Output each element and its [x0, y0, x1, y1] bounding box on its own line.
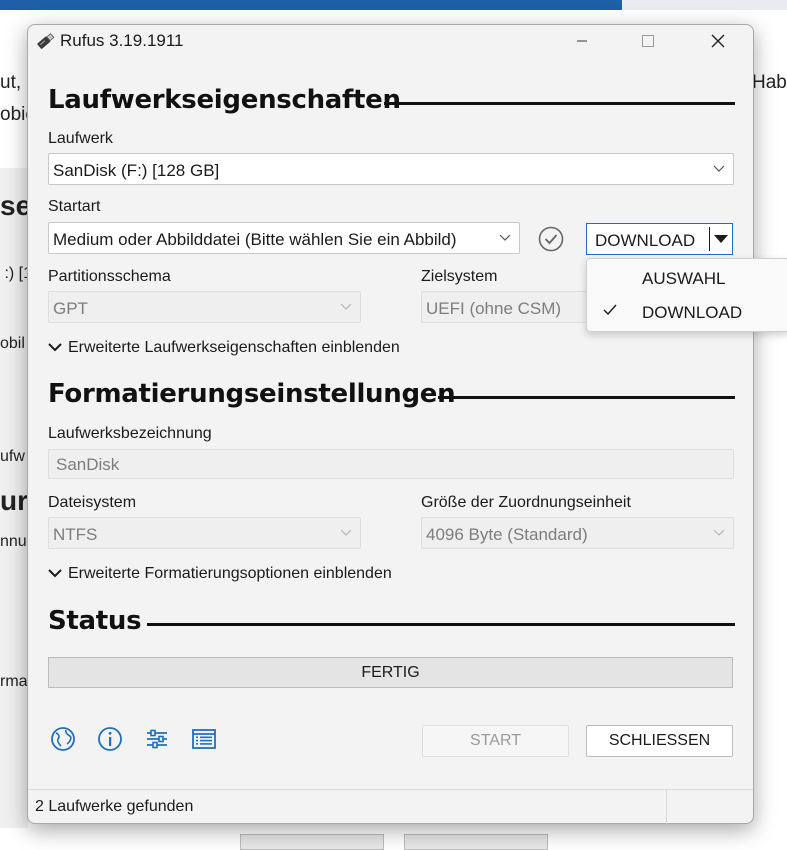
background-text: obil	[0, 335, 25, 352]
background-text: rma	[0, 673, 28, 690]
section-heading-format-options: Formatierungseinstellungen	[48, 379, 456, 409]
boot-selection-label: Startart	[48, 198, 101, 215]
minimize-icon	[577, 40, 587, 42]
progress-status-text: FERTIG	[361, 663, 420, 681]
maximize-button[interactable]	[625, 25, 671, 57]
advanced-drive-properties-toggle[interactable]: Erweiterte Laufwerkseigenschaften einble…	[48, 339, 400, 357]
status-bar: 2 Laufwerke gefunden	[28, 789, 753, 824]
drive-select[interactable]: SanDisk (F:) [128 GB]	[48, 153, 734, 185]
chevron-down-icon	[48, 343, 62, 352]
volume-label-input[interactable]: SanDisk	[48, 449, 734, 479]
info-icon[interactable]	[96, 725, 124, 753]
cluster-size-label: Größe der Zuordnungseinheit	[421, 494, 631, 511]
download-button-label: DOWNLOAD	[595, 231, 696, 250]
advanced-format-options-toggle[interactable]: Erweiterte Formatierungsoptionen einblen…	[48, 565, 392, 583]
chevron-down-icon	[340, 529, 352, 536]
volume-label-caption: Laufwerksbezeichnung	[48, 425, 212, 442]
checkmark-icon	[603, 304, 617, 316]
settings-sliders-icon[interactable]	[143, 725, 171, 753]
target-system-label: Zielsystem	[421, 268, 498, 285]
filesystem-select[interactable]: NTFS	[48, 517, 361, 549]
boot-selection-select[interactable]: Medium oder Abbilddatei (Bitte wählen Si…	[48, 222, 520, 254]
section-divider	[384, 102, 735, 105]
background-button	[240, 834, 384, 850]
cluster-size-select[interactable]: 4096 Byte (Standard)	[421, 517, 734, 549]
partition-scheme-value: GPT	[53, 299, 88, 318]
start-button[interactable]: START	[422, 725, 569, 757]
title-bar[interactable]: Rufus 3.19.1911	[28, 25, 753, 57]
section-divider	[147, 623, 735, 626]
partition-scheme-label: Partitionsschema	[48, 268, 171, 285]
background-window-titlebar-right	[622, 0, 787, 10]
boot-selection-value: Medium oder Abbilddatei (Bitte wählen Si…	[53, 230, 457, 249]
filesystem-value: NTFS	[53, 525, 98, 544]
menu-item-download[interactable]: DOWNLOAD	[587, 296, 787, 328]
usb-drive-icon	[37, 33, 55, 49]
close-button[interactable]: SCHLIESSEN	[586, 725, 733, 757]
rufus-window: Rufus 3.19.1911 Laufwerkseigenschaften L…	[27, 24, 787, 824]
cluster-size-value: 4096 Byte (Standard)	[426, 525, 588, 544]
advanced-drive-properties-label: Erweiterte Laufwerkseigenschaften einble…	[68, 339, 400, 356]
partition-scheme-select[interactable]: GPT	[48, 291, 361, 323]
volume-label-value: SanDisk	[56, 455, 120, 474]
advanced-format-options-label: Erweiterte Formatierungsoptionen einblen…	[68, 565, 392, 582]
globe-icon[interactable]	[49, 725, 77, 753]
maximize-icon	[642, 35, 654, 47]
chevron-down-icon	[713, 165, 725, 172]
download-dropdown-menu: AUSWAHL DOWNLOAD	[586, 258, 787, 332]
background-text: nnu	[0, 533, 27, 550]
chevron-down-icon	[48, 569, 62, 578]
section-heading-drive-properties: Laufwerkseigenschaften	[48, 85, 401, 115]
window-title: Rufus 3.19.1911	[60, 31, 184, 50]
menu-item-auswahl[interactable]: AUSWAHL	[587, 262, 787, 294]
filesystem-label: Dateisystem	[48, 494, 137, 511]
status-bar-text: 2 Laufwerke gefunden	[35, 798, 194, 815]
background-text: ufw	[0, 448, 25, 465]
menu-item-label: AUSWAHL	[642, 269, 726, 288]
close-window-button[interactable]	[695, 25, 741, 57]
background-button	[404, 834, 548, 850]
log-icon[interactable]	[190, 725, 218, 753]
section-heading-status: Status	[48, 606, 142, 636]
status-bar-separator	[666, 790, 667, 824]
chevron-down-icon	[340, 303, 352, 310]
chevron-down-icon	[499, 234, 511, 241]
minimize-button[interactable]	[559, 25, 605, 57]
close-icon	[711, 34, 725, 48]
drive-select-value: SanDisk (F:) [128 GB]	[53, 161, 220, 180]
chevron-down-icon	[713, 529, 725, 536]
target-system-value: UEFI (ohne CSM)	[426, 299, 562, 318]
menu-item-label: DOWNLOAD	[642, 303, 743, 322]
section-divider	[438, 396, 735, 399]
check-hash-icon[interactable]	[537, 225, 565, 253]
background-text: Habe	[752, 72, 787, 93]
progress-bar: FERTIG	[48, 657, 733, 688]
download-split-button[interactable]: DOWNLOAD	[586, 223, 733, 255]
drive-label: Laufwerk	[48, 130, 113, 147]
background-text: ur	[0, 485, 28, 516]
split-divider	[709, 227, 710, 251]
dropdown-arrow-icon[interactable]	[714, 235, 728, 244]
